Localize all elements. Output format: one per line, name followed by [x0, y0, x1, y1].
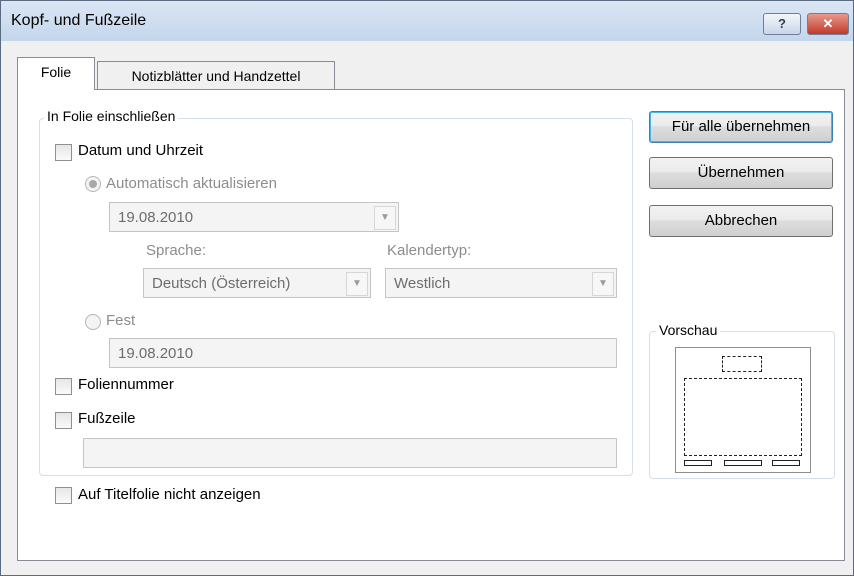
auto-date-combo[interactable]: 19.08.2010 ▼: [109, 202, 399, 232]
language-value: Deutsch (Österreich): [152, 275, 291, 292]
auto-update-radio[interactable]: [85, 176, 101, 192]
fixed-label[interactable]: Fest: [106, 312, 135, 329]
tab-notizblaetter[interactable]: Notizblätter und Handzettel: [97, 61, 335, 90]
language-label: Sprache:: [146, 242, 207, 259]
title-slide-label[interactable]: Auf Titelfolie nicht anzeigen: [78, 486, 261, 503]
preview-body-placeholder: [684, 378, 802, 456]
date-time-checkbox[interactable]: [55, 144, 72, 161]
tab-folie[interactable]: Folie: [17, 57, 95, 90]
fixed-radio[interactable]: [85, 314, 101, 330]
title-slide-checkbox[interactable]: [55, 487, 72, 504]
preview-slide-thumbnail: [675, 347, 811, 473]
date-time-label[interactable]: Datum und Uhrzeit: [78, 142, 203, 159]
calendar-value: Westlich: [394, 275, 451, 292]
slide-number-label[interactable]: Foliennummer: [78, 376, 174, 393]
auto-update-label[interactable]: Automatisch aktualisieren: [106, 175, 277, 192]
window-title: Kopf- und Fußzeile: [11, 12, 147, 29]
apply-button[interactable]: Übernehmen: [649, 157, 833, 189]
dialog-window: Kopf- und Fußzeile ? ✕ Folie Notizblätte…: [0, 0, 854, 576]
preview-date-placeholder: [684, 460, 712, 466]
preview-footer-placeholder: [724, 460, 762, 466]
apply-all-button[interactable]: Für alle übernehmen: [649, 111, 833, 143]
auto-date-value: 19.08.2010: [118, 209, 194, 226]
fixed-date-field[interactable]: 19.08.2010: [109, 338, 617, 368]
cancel-button[interactable]: Abbrechen: [649, 205, 833, 237]
footer-text-field[interactable]: [83, 438, 617, 468]
calendar-combo[interactable]: Westlich ▼: [385, 268, 617, 298]
chevron-down-icon[interactable]: ▼: [592, 272, 614, 296]
footer-checkbox[interactable]: [55, 412, 72, 429]
close-button[interactable]: ✕: [807, 13, 849, 35]
preview-number-placeholder: [772, 460, 800, 466]
calendar-type-label: Kalendertyp:: [387, 242, 472, 259]
preview-legend: Vorschau: [656, 322, 721, 338]
title-bar[interactable]: Kopf- und Fußzeile ? ✕: [1, 1, 853, 41]
chevron-down-icon[interactable]: ▼: [374, 206, 396, 230]
chevron-down-icon[interactable]: ▼: [346, 272, 368, 296]
language-combo[interactable]: Deutsch (Österreich) ▼: [143, 268, 371, 298]
footer-label[interactable]: Fußzeile: [78, 410, 136, 427]
slide-number-checkbox[interactable]: [55, 378, 72, 395]
help-button[interactable]: ?: [763, 13, 801, 35]
preview-title-placeholder: [722, 356, 762, 372]
include-group-legend: In Folie einschließen: [44, 108, 179, 124]
